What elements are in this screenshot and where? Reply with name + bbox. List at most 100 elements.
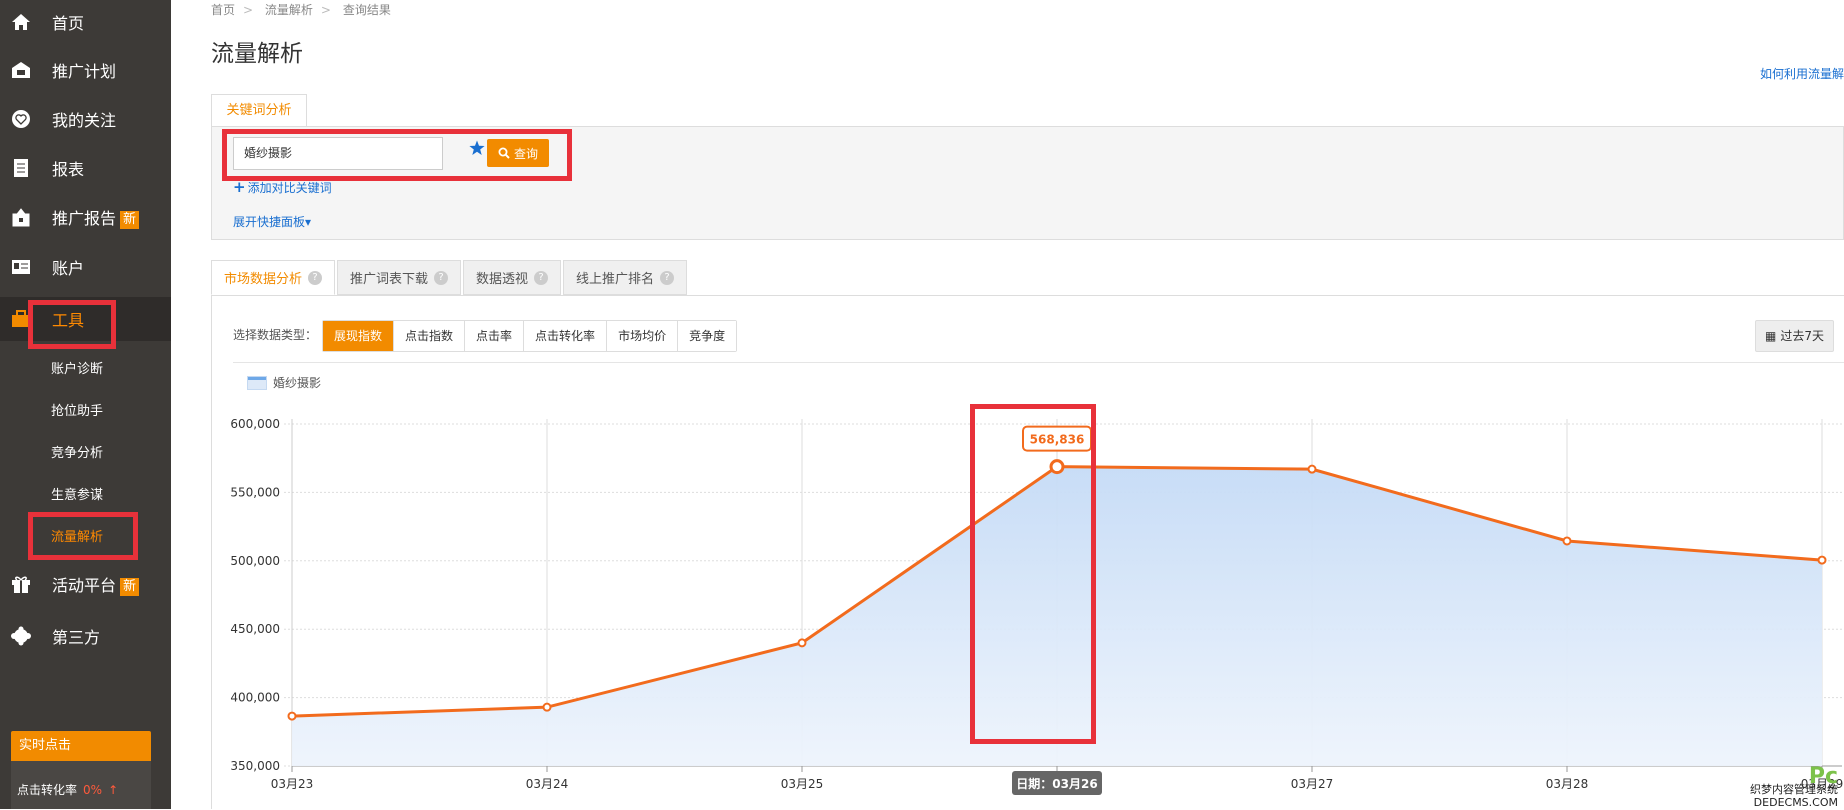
sidebar-item-plan[interactable]: 推广计划 xyxy=(0,48,171,92)
expand-panel-link[interactable]: 展开快捷面板▾ xyxy=(233,213,311,230)
y-tick-label: 500,000 xyxy=(230,554,280,568)
thirdparty-icon xyxy=(10,626,32,646)
new-badge: 新 xyxy=(120,210,140,229)
watermark-brand: Pc xyxy=(1808,764,1838,789)
sidebar-item-label: 账户 xyxy=(52,259,85,278)
realtime-panel: 点击转化率 0% ↑ xyxy=(11,761,151,809)
sidebar-item-promo-report[interactable]: 推广报告新 xyxy=(0,195,171,239)
market-analysis-panel: 选择数据类型： 展现指数 点击指数 点击率 点击转化率 市场均价 竞争度 ▦ 过去… xyxy=(211,295,1844,809)
breadcrumb-traffic[interactable]: 流量解析 xyxy=(265,3,313,17)
sidebar-item-activity[interactable]: 活动平台新 xyxy=(0,562,171,606)
tab-word-download[interactable]: 推广词表下载? xyxy=(337,260,462,295)
plan-icon xyxy=(10,60,32,80)
watermark-line2: DEDECMS.COM xyxy=(1753,796,1838,809)
x-tick-label: 03月24 xyxy=(526,777,569,791)
data-point xyxy=(797,638,807,648)
x-tick-label: 03月23 xyxy=(271,777,314,791)
data-point xyxy=(287,711,297,721)
star-icon[interactable] xyxy=(469,140,485,160)
watermark-line1: 织梦内容管理系统 xyxy=(1750,783,1838,796)
sidebar-sub-business[interactable]: 生意参谋 xyxy=(51,484,103,503)
sidebar-item-report[interactable]: 报表 xyxy=(0,146,171,190)
sidebar-item-label: 第三方 xyxy=(52,628,101,647)
sidebar-item-label: 报表 xyxy=(52,160,85,179)
data-point xyxy=(1307,464,1317,474)
realtime-panel-title[interactable]: 实时点击 xyxy=(11,731,151,761)
realtime-metric-value: 0% xyxy=(83,783,103,797)
add-compare-label: 添加对比关键词 xyxy=(247,181,332,195)
breadcrumb-home[interactable]: 首页 xyxy=(211,3,235,17)
tooltip-value: 568,836 xyxy=(1030,433,1085,447)
sidebar: 首页 推广计划 我的关注 报表 推广报告新 账户 工具 账户诊断 抢位助手 竞争… xyxy=(0,0,171,809)
breadcrumb-current: 查询结果 xyxy=(342,3,391,17)
keyword-panel: 婚纱摄影 查询 + 添加对比关键词 展开快捷面板▾ xyxy=(211,126,1844,240)
tab-market-analysis[interactable]: 市场数据分析? xyxy=(211,260,336,295)
help-icon[interactable]: ? xyxy=(660,270,675,285)
tab-label: 数据透视 xyxy=(476,272,529,287)
sidebar-sub-diagnosis[interactable]: 账户诊断 xyxy=(51,358,103,377)
y-tick-label: 550,000 xyxy=(230,485,280,499)
sidebar-item-follow[interactable]: 我的关注 xyxy=(0,97,171,141)
sidebar-item-label: 我的关注 xyxy=(52,111,117,130)
series-area xyxy=(292,466,1822,766)
tab-keyword-analysis[interactable]: 关键词分析 xyxy=(211,94,307,127)
sidebar-item-label: 推广报告 xyxy=(52,209,117,228)
y-tick-label: 450,000 xyxy=(230,622,280,636)
new-badge: 新 xyxy=(120,577,140,596)
x-tick-label: 03月25 xyxy=(781,777,824,791)
tab-label: 市场数据分析 xyxy=(224,272,303,287)
report-icon xyxy=(10,158,32,178)
plus-icon: + xyxy=(233,178,246,196)
data-point xyxy=(542,702,552,712)
tab-data-pivot[interactable]: 数据透视? xyxy=(463,260,562,295)
y-tick-label: 600,000 xyxy=(230,417,280,431)
sidebar-item-label: 工具 xyxy=(52,311,85,330)
traffic-chart: 600,000 550,000 500,000 450,000 400,000 350,0… xyxy=(230,417,1843,795)
sidebar-item-label: 活动平台 xyxy=(52,576,117,595)
tab-label: 推广词表下载 xyxy=(350,272,429,287)
date-tooltip-label: 日期：03月26 xyxy=(1016,776,1097,791)
gift-icon xyxy=(10,574,32,594)
x-tick-label: 03月27 xyxy=(1291,777,1334,791)
sidebar-item-home[interactable]: 首页 xyxy=(0,0,171,44)
sidebar-item-thirdparty[interactable]: 第三方 xyxy=(0,614,171,658)
sidebar-item-label: 推广计划 xyxy=(52,62,117,81)
chevron-right-icon: > xyxy=(320,3,331,17)
analysis-tabs: 市场数据分析? 推广词表下载? 数据透视? 线上推广排名? xyxy=(211,260,689,295)
account-icon xyxy=(10,257,32,277)
add-compare-link[interactable]: + 添加对比关键词 xyxy=(233,178,332,196)
main-content: 首页 > 流量解析 > 查询结果 流量解析 如何利用流量解 关键词分析 婚纱摄影 查… xyxy=(171,0,1844,809)
chevron-right-icon: > xyxy=(243,3,254,17)
bag-icon xyxy=(10,207,32,227)
tab-online-ranking[interactable]: 线上推广排名? xyxy=(563,260,688,295)
sidebar-item-label: 首页 xyxy=(52,14,85,33)
breadcrumb: 首页 > 流量解析 > 查询结果 xyxy=(211,1,399,18)
realtime-metric-label: 点击转化率 xyxy=(17,783,78,797)
sidebar-item-account[interactable]: 账户 xyxy=(0,245,171,289)
watermark: Pc 织梦内容管理系统 DEDECMS.COM xyxy=(1750,764,1838,810)
query-button[interactable]: 查询 xyxy=(487,139,549,167)
caret-down-icon: ▾ xyxy=(305,215,312,229)
help-icon[interactable]: ? xyxy=(534,270,549,285)
data-point xyxy=(1562,536,1572,546)
sidebar-item-tools[interactable]: 工具 xyxy=(0,297,171,341)
y-tick-label: 350,000 xyxy=(230,759,280,773)
help-icon[interactable]: ? xyxy=(308,270,323,285)
heart-icon xyxy=(10,109,32,129)
help-icon[interactable]: ? xyxy=(434,270,449,285)
keyword-input[interactable]: 婚纱摄影 xyxy=(233,137,443,170)
help-link[interactable]: 如何利用流量解 xyxy=(1760,65,1844,82)
expand-panel-label: 展开快捷面板 xyxy=(233,215,306,229)
search-icon xyxy=(498,147,510,159)
page-title: 流量解析 xyxy=(211,41,303,67)
tab-label: 线上推广排名 xyxy=(576,272,655,287)
home-icon xyxy=(10,12,32,32)
arrow-up-icon: ↑ xyxy=(108,783,119,797)
sidebar-sub-competition[interactable]: 竞争分析 xyxy=(51,442,103,461)
sidebar-sub-bid-helper[interactable]: 抢位助手 xyxy=(51,400,103,419)
y-tick-label: 400,000 xyxy=(230,691,280,705)
data-point xyxy=(1817,555,1827,565)
x-tick-label: 03月28 xyxy=(1546,777,1589,791)
sidebar-sub-traffic[interactable]: 流量解析 xyxy=(51,526,103,545)
query-button-label: 查询 xyxy=(513,146,538,161)
